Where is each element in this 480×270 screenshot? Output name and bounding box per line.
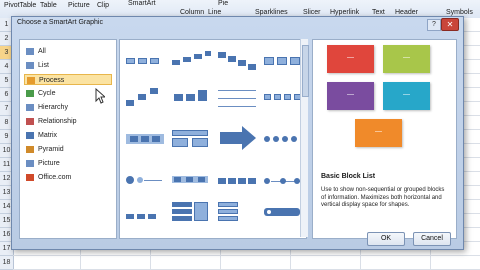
category-label: List <box>38 62 49 69</box>
all-icon <box>26 48 34 55</box>
category-label: Matrix <box>38 132 58 139</box>
layout-thumb[interactable] <box>172 84 212 112</box>
dialog-titlebar[interactable]: Choose a SmartArt Graphic ? ✕ <box>12 17 463 31</box>
preview-block-2-text: — <box>403 54 410 61</box>
cancel-button[interactable]: Cancel <box>413 232 451 246</box>
category-office-com[interactable]: Office.com <box>24 172 112 183</box>
preview-block-4: — <box>383 82 430 110</box>
preview-block-4-text: — <box>403 91 410 98</box>
ribbon-hyperlink[interactable]: Hyperlink <box>330 9 359 16</box>
layout-thumb[interactable] <box>126 84 166 112</box>
ribbon-smartart[interactable]: SmartArt <box>128 0 156 7</box>
help-button[interactable]: ? <box>427 19 441 31</box>
layout-thumb[interactable] <box>172 126 212 154</box>
grid-line <box>13 255 480 256</box>
cycle-icon <box>26 90 34 97</box>
ribbon-sparklines[interactable]: Sparklines <box>255 9 288 16</box>
layout-thumb[interactable] <box>126 206 166 234</box>
ribbon-symbols[interactable]: Symbols <box>446 9 473 16</box>
layout-thumb[interactable] <box>264 48 304 76</box>
layout-thumb[interactable] <box>264 200 304 228</box>
layout-thumb[interactable] <box>218 84 258 112</box>
hierarchy-icon <box>26 104 34 111</box>
ribbon-table[interactable]: Table <box>40 2 57 9</box>
category-label: Relationship <box>38 118 77 125</box>
picture-icon <box>26 160 34 167</box>
ribbon-text[interactable]: Text <box>372 9 385 16</box>
category-picture[interactable]: Picture <box>24 158 112 169</box>
dialog-title: Choose a SmartArt Graphic <box>17 19 103 26</box>
category-process[interactable]: Process <box>24 74 112 85</box>
category-label: Hierarchy <box>38 104 68 111</box>
category-label: Cycle <box>38 90 56 97</box>
preview-block-3: — <box>327 82 374 110</box>
layout-thumb[interactable] <box>218 200 258 228</box>
smartart-dialog: Choose a SmartArt Graphic ? ✕ All List Pro… <box>11 16 464 250</box>
scrollbar-thumb[interactable] <box>302 45 309 97</box>
preview-panel: — — — — — Basic Block List Use to show n… <box>312 39 457 239</box>
layout-thumb[interactable] <box>264 168 304 196</box>
category-list: All List Process Cycle Hierarchy Relationship… <box>19 39 117 239</box>
layout-thumb[interactable] <box>172 168 212 196</box>
preview-description: Use to show non-sequential or grouped bl… <box>321 187 445 208</box>
layout-thumb[interactable] <box>172 200 212 228</box>
category-label: All <box>38 48 46 55</box>
layout-gallery <box>119 39 307 239</box>
preview-graphic: — — — — — <box>314 41 455 167</box>
layout-thumb[interactable] <box>172 48 212 76</box>
ribbon-pie[interactable]: Pie <box>218 0 228 7</box>
preview-block-5-text: — <box>375 128 382 135</box>
category-pyramid[interactable]: Pyramid <box>24 144 112 155</box>
layout-thumb[interactable] <box>126 126 166 154</box>
close-button[interactable]: ✕ <box>441 18 459 31</box>
pyramid-icon <box>26 146 34 153</box>
mouse-cursor-icon <box>95 88 105 104</box>
category-label: Process <box>39 77 65 84</box>
layout-thumb[interactable] <box>218 168 258 196</box>
office-icon <box>26 174 34 181</box>
row-header[interactable]: 18 <box>0 256 14 270</box>
gallery-scrollbar[interactable] <box>300 39 309 237</box>
category-matrix[interactable]: Matrix <box>24 130 112 141</box>
ribbon-header[interactable]: Header <box>395 9 418 16</box>
preview-block-1-text: — <box>347 54 354 61</box>
category-relationship[interactable]: Relationship <box>24 116 112 127</box>
category-label: Office.com <box>38 174 72 181</box>
ribbon-picture[interactable]: Picture <box>68 2 90 9</box>
process-icon <box>27 77 35 84</box>
preview-title: Basic Block List <box>321 173 376 180</box>
ok-button[interactable]: OK <box>367 232 405 246</box>
layout-thumb[interactable] <box>218 124 258 152</box>
ribbon-line[interactable]: Line <box>208 9 221 16</box>
category-label: Pyramid <box>38 146 64 153</box>
layout-thumb[interactable] <box>218 48 258 76</box>
layout-thumb[interactable] <box>126 168 166 196</box>
layout-thumb[interactable] <box>264 84 304 112</box>
ribbon-slicer[interactable]: Slicer <box>303 9 321 16</box>
ribbon-clip[interactable]: Clip <box>97 2 109 9</box>
category-all[interactable]: All <box>24 46 112 57</box>
relationship-icon <box>26 118 34 125</box>
preview-block-5: — <box>355 119 402 147</box>
category-list[interactable]: List <box>24 60 112 71</box>
preview-block-3-text: — <box>347 91 354 98</box>
preview-block-2: — <box>383 45 430 73</box>
layout-thumb[interactable] <box>126 48 166 76</box>
preview-block-1: — <box>327 45 374 73</box>
list-icon <box>26 62 34 69</box>
ribbon-pivottable[interactable]: PivotTable <box>4 2 36 9</box>
category-label: Picture <box>38 160 60 167</box>
layout-thumb[interactable] <box>264 126 304 154</box>
matrix-icon <box>26 132 34 139</box>
ribbon-column[interactable]: Column <box>180 9 204 16</box>
